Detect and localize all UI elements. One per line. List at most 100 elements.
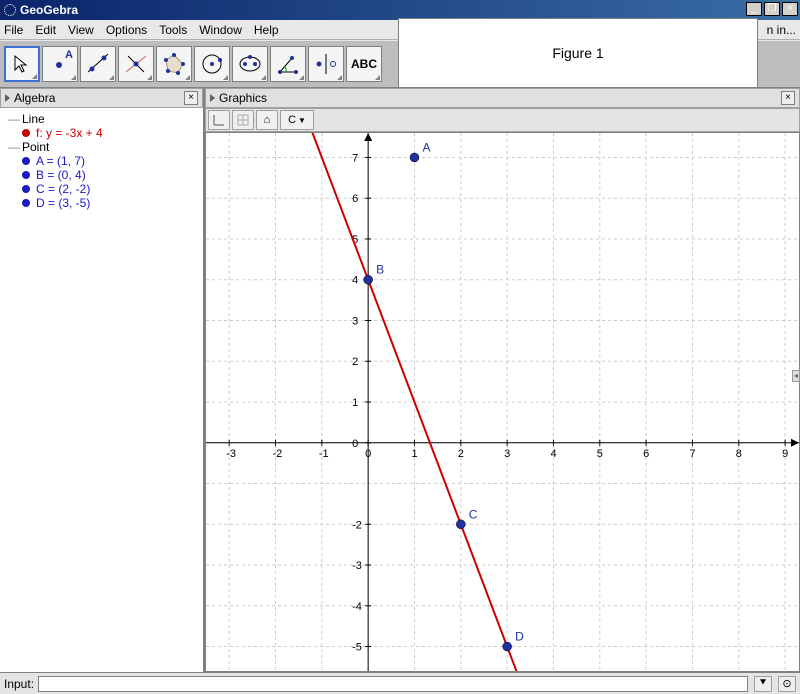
algebra-tree: —Line f: y = -3x + 4 —Point A = (1, 7) B… [0, 108, 203, 672]
app-icon [4, 4, 16, 16]
svg-text:4: 4 [352, 275, 358, 287]
figure-banner: Figure 1 [398, 18, 758, 88]
point-capture-dropdown[interactable]: C▼ [280, 110, 314, 130]
svg-text:-2: -2 [272, 448, 282, 460]
graphics-close-button[interactable]: × [781, 91, 795, 105]
point-icon [55, 59, 65, 69]
graphics-panel: Graphics × ⌂ C▼ -3-2-10123456789-5-4-3-2… [205, 88, 800, 672]
restore-button[interactable]: ❐ [764, 2, 780, 16]
svg-text:9: 9 [782, 448, 788, 460]
algebra-panel: Algebra × —Line f: y = -3x + 4 —Point A … [0, 88, 205, 672]
svg-text:4: 4 [550, 448, 556, 460]
algebra-title: Algebra [14, 91, 55, 105]
svg-text:3: 3 [504, 448, 510, 460]
tool-circle[interactable] [194, 46, 230, 82]
input-help-button[interactable]: ⯆ [754, 676, 772, 692]
window-title: GeoGebra [20, 3, 78, 17]
svg-text:6: 6 [643, 448, 649, 460]
svg-text:-5: -5 [352, 642, 362, 654]
figure-title: Figure 1 [552, 45, 603, 61]
tool-reflect[interactable] [308, 46, 344, 82]
reflect-icon [312, 50, 340, 78]
graphics-title: Graphics [219, 91, 267, 105]
abc-label: ABC [351, 57, 377, 71]
ellipse-icon [236, 50, 264, 78]
toggle-grid-button[interactable] [232, 110, 254, 130]
svg-text:7: 7 [352, 152, 358, 164]
chevron-down-icon: ▼ [298, 116, 306, 125]
menu-tools[interactable]: Tools [159, 23, 187, 37]
item-f[interactable]: f: y = -3x + 4 [22, 126, 199, 140]
item-a[interactable]: A = (1, 7) [22, 154, 199, 168]
tool-ellipse[interactable] [232, 46, 268, 82]
menu-options[interactable]: Options [106, 23, 147, 37]
svg-text:B: B [376, 263, 384, 277]
graphics-toolbar: ⌂ C▼ [205, 108, 800, 132]
svg-text:D: D [515, 630, 524, 644]
menu-help[interactable]: Help [254, 23, 279, 37]
input-enter-button[interactable]: ⊙ [778, 676, 796, 692]
menu-edit[interactable]: Edit [35, 23, 56, 37]
tool-point[interactable]: A [42, 46, 78, 82]
point-dot-icon [22, 171, 30, 179]
group-point[interactable]: Point [22, 140, 49, 154]
close-button[interactable]: × [782, 2, 798, 16]
svg-text:8: 8 [736, 448, 742, 460]
line-dot-icon [22, 129, 30, 137]
window-controls: _ ❐ × [746, 2, 798, 16]
menu-signin[interactable]: n in... [767, 23, 796, 37]
polygon-icon [160, 50, 188, 78]
line-icon [84, 50, 112, 78]
tool-polygon[interactable] [156, 46, 192, 82]
svg-text:0: 0 [365, 448, 371, 460]
tool-move[interactable] [4, 46, 40, 82]
svg-text:-4: -4 [352, 601, 362, 613]
algebra-close-button[interactable]: × [184, 91, 198, 105]
svg-text:C: C [469, 507, 478, 521]
right-dock-handle[interactable]: ◂ [792, 370, 800, 382]
svg-text:A: A [422, 140, 430, 154]
point-dot-icon [22, 157, 30, 165]
svg-text:1: 1 [352, 397, 358, 409]
circle-icon [198, 50, 226, 78]
minimize-button[interactable]: _ [746, 2, 762, 16]
svg-text:5: 5 [597, 448, 603, 460]
tool-angle[interactable] [270, 46, 306, 82]
toggle-axes-button[interactable] [208, 110, 230, 130]
point-dot-icon [22, 185, 30, 193]
svg-text:2: 2 [458, 448, 464, 460]
caret-icon [210, 94, 215, 102]
item-c[interactable]: C = (2, -2) [22, 182, 199, 196]
tool-line[interactable] [80, 46, 116, 82]
tool-text[interactable]: ABC [346, 46, 382, 82]
algebra-header[interactable]: Algebra × [0, 88, 203, 108]
point-dot-icon [22, 199, 30, 207]
menu-file[interactable]: File [4, 23, 23, 37]
svg-text:0: 0 [352, 438, 358, 450]
item-b[interactable]: B = (0, 4) [22, 168, 199, 182]
item-d[interactable]: D = (3, -5) [22, 196, 199, 210]
home-button[interactable]: ⌂ [256, 110, 278, 130]
menu-window[interactable]: Window [199, 23, 242, 37]
svg-text:-3: -3 [226, 448, 236, 460]
svg-text:1: 1 [411, 448, 417, 460]
group-line[interactable]: Line [22, 112, 45, 126]
svg-text:-1: -1 [319, 448, 329, 460]
angle-icon [274, 50, 302, 78]
tool-perpendicular[interactable] [118, 46, 154, 82]
graphics-canvas[interactable]: -3-2-10123456789-5-4-3-201234567ABCD [205, 132, 800, 672]
svg-text:7: 7 [689, 448, 695, 460]
window-title-bar: GeoGebra _ ❐ × [0, 0, 800, 20]
caret-icon [5, 94, 10, 102]
svg-text:2: 2 [352, 356, 358, 368]
input-label: Input: [4, 677, 34, 691]
svg-text:-2: -2 [352, 519, 362, 531]
point-a-label: A [65, 49, 73, 61]
cursor-icon [12, 54, 32, 74]
perpendicular-icon [122, 50, 150, 78]
command-input[interactable] [38, 676, 748, 692]
home-icon: ⌂ [264, 114, 271, 126]
menu-view[interactable]: View [68, 23, 94, 37]
graphics-header[interactable]: Graphics × [205, 88, 800, 108]
input-bar: Input: ⯆ ⊙ [0, 672, 800, 694]
